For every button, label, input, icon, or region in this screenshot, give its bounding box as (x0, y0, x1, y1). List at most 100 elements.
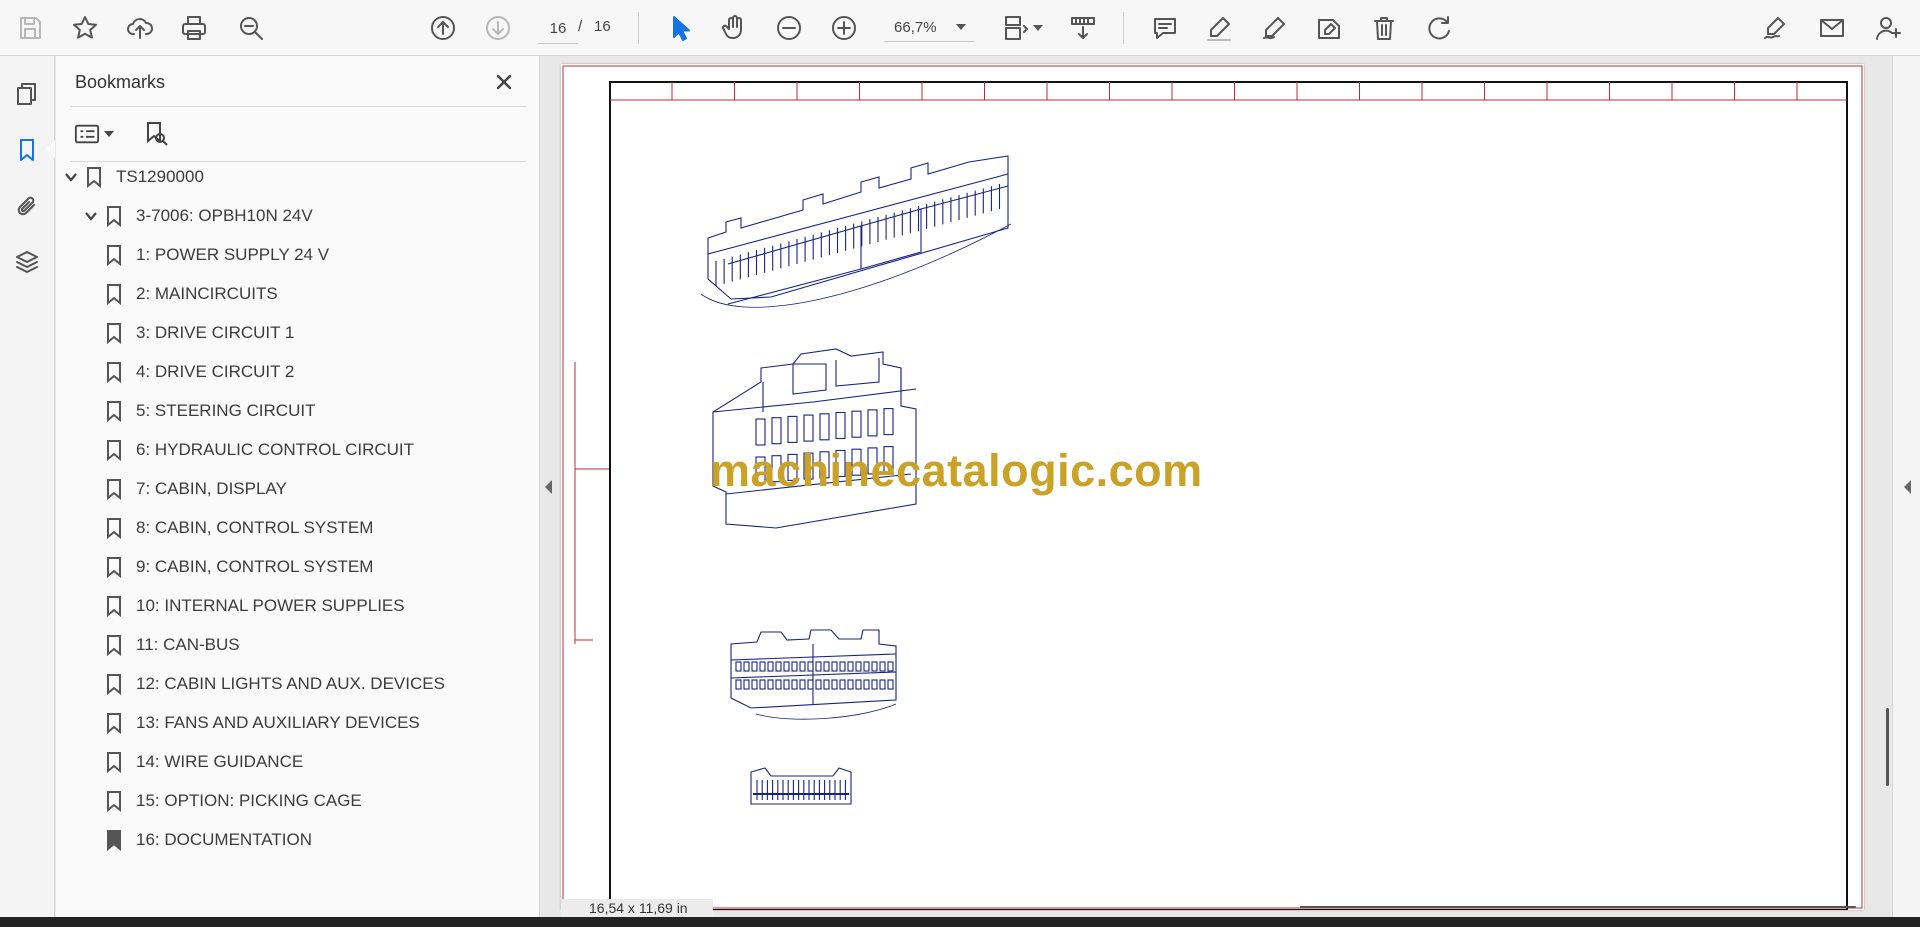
zoom-value: 66,7% (894, 18, 937, 36)
bookmark-label: 4: DRIVE CIRCUIT 2 (136, 362, 295, 381)
bookmark-label: 15: OPTION: PICKING CAGE (136, 791, 362, 810)
chevron-down-icon (104, 131, 114, 137)
bookmark-item[interactable]: TS1290000 (62, 162, 204, 192)
connector-slot (887, 661, 894, 672)
bookmark-item[interactable]: 9: CABIN, CONTROL SYSTEM (106, 552, 373, 582)
comment-icon[interactable] (1147, 10, 1183, 46)
connector-slot (783, 661, 790, 672)
bookmark-item[interactable]: 6: HYDRAULIC CONTROL CIRCUIT (106, 435, 414, 465)
close-icon[interactable] (490, 68, 518, 96)
redo-icon[interactable] (1421, 10, 1457, 46)
page-number-input[interactable] (538, 13, 578, 44)
zoom-out-icon[interactable] (771, 10, 807, 46)
bookmark-icon (106, 283, 122, 305)
select-cursor-icon[interactable] (662, 10, 698, 46)
chevron-down-icon[interactable] (82, 207, 100, 225)
left-navigation-rail (0, 56, 55, 917)
connector-slot (775, 661, 782, 672)
fill-sign-icon[interactable] (1758, 10, 1794, 46)
bookmark-item[interactable]: 5: STEERING CIRCUIT (106, 396, 315, 426)
connector-slot (799, 679, 806, 690)
zoom-in-icon[interactable] (826, 10, 862, 46)
bookmark-icon[interactable] (9, 132, 45, 168)
connector-slot (831, 679, 838, 690)
bookmark-item[interactable]: 3-7006: OPBH10N 24V (82, 201, 313, 231)
connector-slot (759, 661, 766, 672)
bookmark-item[interactable]: 15: OPTION: PICKING CAGE (106, 786, 362, 816)
connector-slot (847, 679, 854, 690)
connector-slot (807, 679, 814, 690)
chevron-down-icon[interactable] (62, 168, 80, 186)
bookmark-label: 11: CAN-BUS (136, 635, 240, 654)
active-panel-pointer (46, 140, 55, 158)
bookmark-icon (106, 790, 122, 812)
bookmark-item[interactable]: 10: INTERNAL POWER SUPPLIES (106, 591, 405, 621)
bookmark-item[interactable]: 16: DOCUMENTATION (106, 825, 312, 855)
stamp-icon[interactable] (1311, 10, 1347, 46)
horizontal-scrollbar[interactable] (1300, 906, 1856, 908)
toolbar-divider (1123, 12, 1124, 44)
connector-slot (751, 661, 758, 672)
zoom-dropdown[interactable]: 66,7% (884, 13, 974, 42)
bookmark-item[interactable]: 11: CAN-BUS (106, 630, 240, 660)
expand-right-panel-arrow-icon[interactable] (1904, 480, 1911, 494)
bookmark-options-button[interactable] (74, 118, 122, 150)
bookmark-label: 13: FANS AND AUXILIARY DEVICES (136, 713, 420, 732)
layers-icon[interactable] (9, 244, 45, 280)
connector-slot (839, 679, 846, 690)
page-display-icon[interactable] (998, 10, 1034, 46)
vertical-scrollbar[interactable] (1886, 708, 1889, 786)
connector-slot (751, 679, 758, 690)
bookmark-label: 3-7006: OPBH10N 24V (136, 206, 313, 225)
connector-slot (867, 409, 878, 437)
connector-slot (735, 679, 742, 690)
bookmark-item[interactable]: 4: DRIVE CIRCUIT 2 (106, 357, 294, 387)
bookmark-item[interactable]: 14: WIRE GUIDANCE (106, 747, 303, 777)
bookmark-icon (106, 361, 122, 383)
bookmark-search-icon (147, 122, 168, 146)
star-icon[interactable] (67, 10, 103, 46)
connector-slot (791, 661, 798, 672)
page-size-indicator: 16,54 x 11,69 in (561, 899, 713, 917)
connector-slot (863, 679, 870, 690)
bookmark-item[interactable]: 8: CABIN, CONTROL SYSTEM (106, 513, 373, 543)
find-text-icon[interactable] (233, 10, 269, 46)
bookmark-label: 10: INTERNAL POWER SUPPLIES (136, 596, 405, 615)
watermark-text: machinecatalogic.com (710, 445, 1203, 496)
connector-slot (819, 413, 830, 441)
page-thumbnails-icon[interactable] (9, 76, 45, 112)
chevron-down-icon (956, 24, 966, 30)
bookmark-item[interactable]: 3: DRIVE CIRCUIT 1 (106, 318, 294, 348)
collapse-panel-arrow-icon[interactable] (545, 480, 552, 494)
save-icon[interactable] (12, 10, 48, 46)
next-page-icon[interactable] (480, 10, 516, 46)
draw-pen-icon[interactable] (1256, 10, 1292, 46)
add-user-icon[interactable] (1870, 10, 1906, 46)
bookmark-label: 1: POWER SUPPLY 24 V (136, 245, 330, 264)
attachment-icon[interactable] (9, 188, 45, 224)
bookmark-icon (106, 400, 122, 422)
print-icon[interactable] (176, 10, 212, 46)
bookmark-item[interactable]: 2: MAINCIRCUITS (106, 279, 278, 309)
highlight-pen-icon[interactable] (1201, 10, 1237, 46)
scroll-mode-icon[interactable] (1065, 10, 1101, 46)
email-icon[interactable] (1814, 10, 1850, 46)
bookmark-item[interactable]: 7: CABIN, DISPLAY (106, 474, 287, 504)
previous-page-icon[interactable] (425, 10, 461, 46)
delete-icon[interactable] (1366, 10, 1402, 46)
connector-slot (815, 661, 822, 672)
bookmark-item[interactable]: 1: POWER SUPPLY 24 V (106, 240, 329, 270)
upload-cloud-icon[interactable] (122, 10, 158, 46)
bookmark-label: 3: DRIVE CIRCUIT 1 (136, 323, 295, 342)
connector-slot (863, 661, 870, 672)
find-bookmark-button[interactable] (140, 118, 172, 150)
connector-slot (791, 679, 798, 690)
bookmark-label: 14: WIRE GUIDANCE (136, 752, 304, 771)
bookmark-icon (106, 829, 122, 851)
connector-slot (887, 679, 894, 690)
chevron-down-icon[interactable] (1033, 25, 1043, 31)
bookmark-item[interactable]: 12: CABIN LIGHTS AND AUX. DEVICES (106, 669, 445, 699)
bookmark-label: 7: CABIN, DISPLAY (136, 479, 287, 498)
bookmark-item[interactable]: 13: FANS AND AUXILIARY DEVICES (106, 708, 420, 738)
hand-tool-icon[interactable] (716, 10, 752, 46)
